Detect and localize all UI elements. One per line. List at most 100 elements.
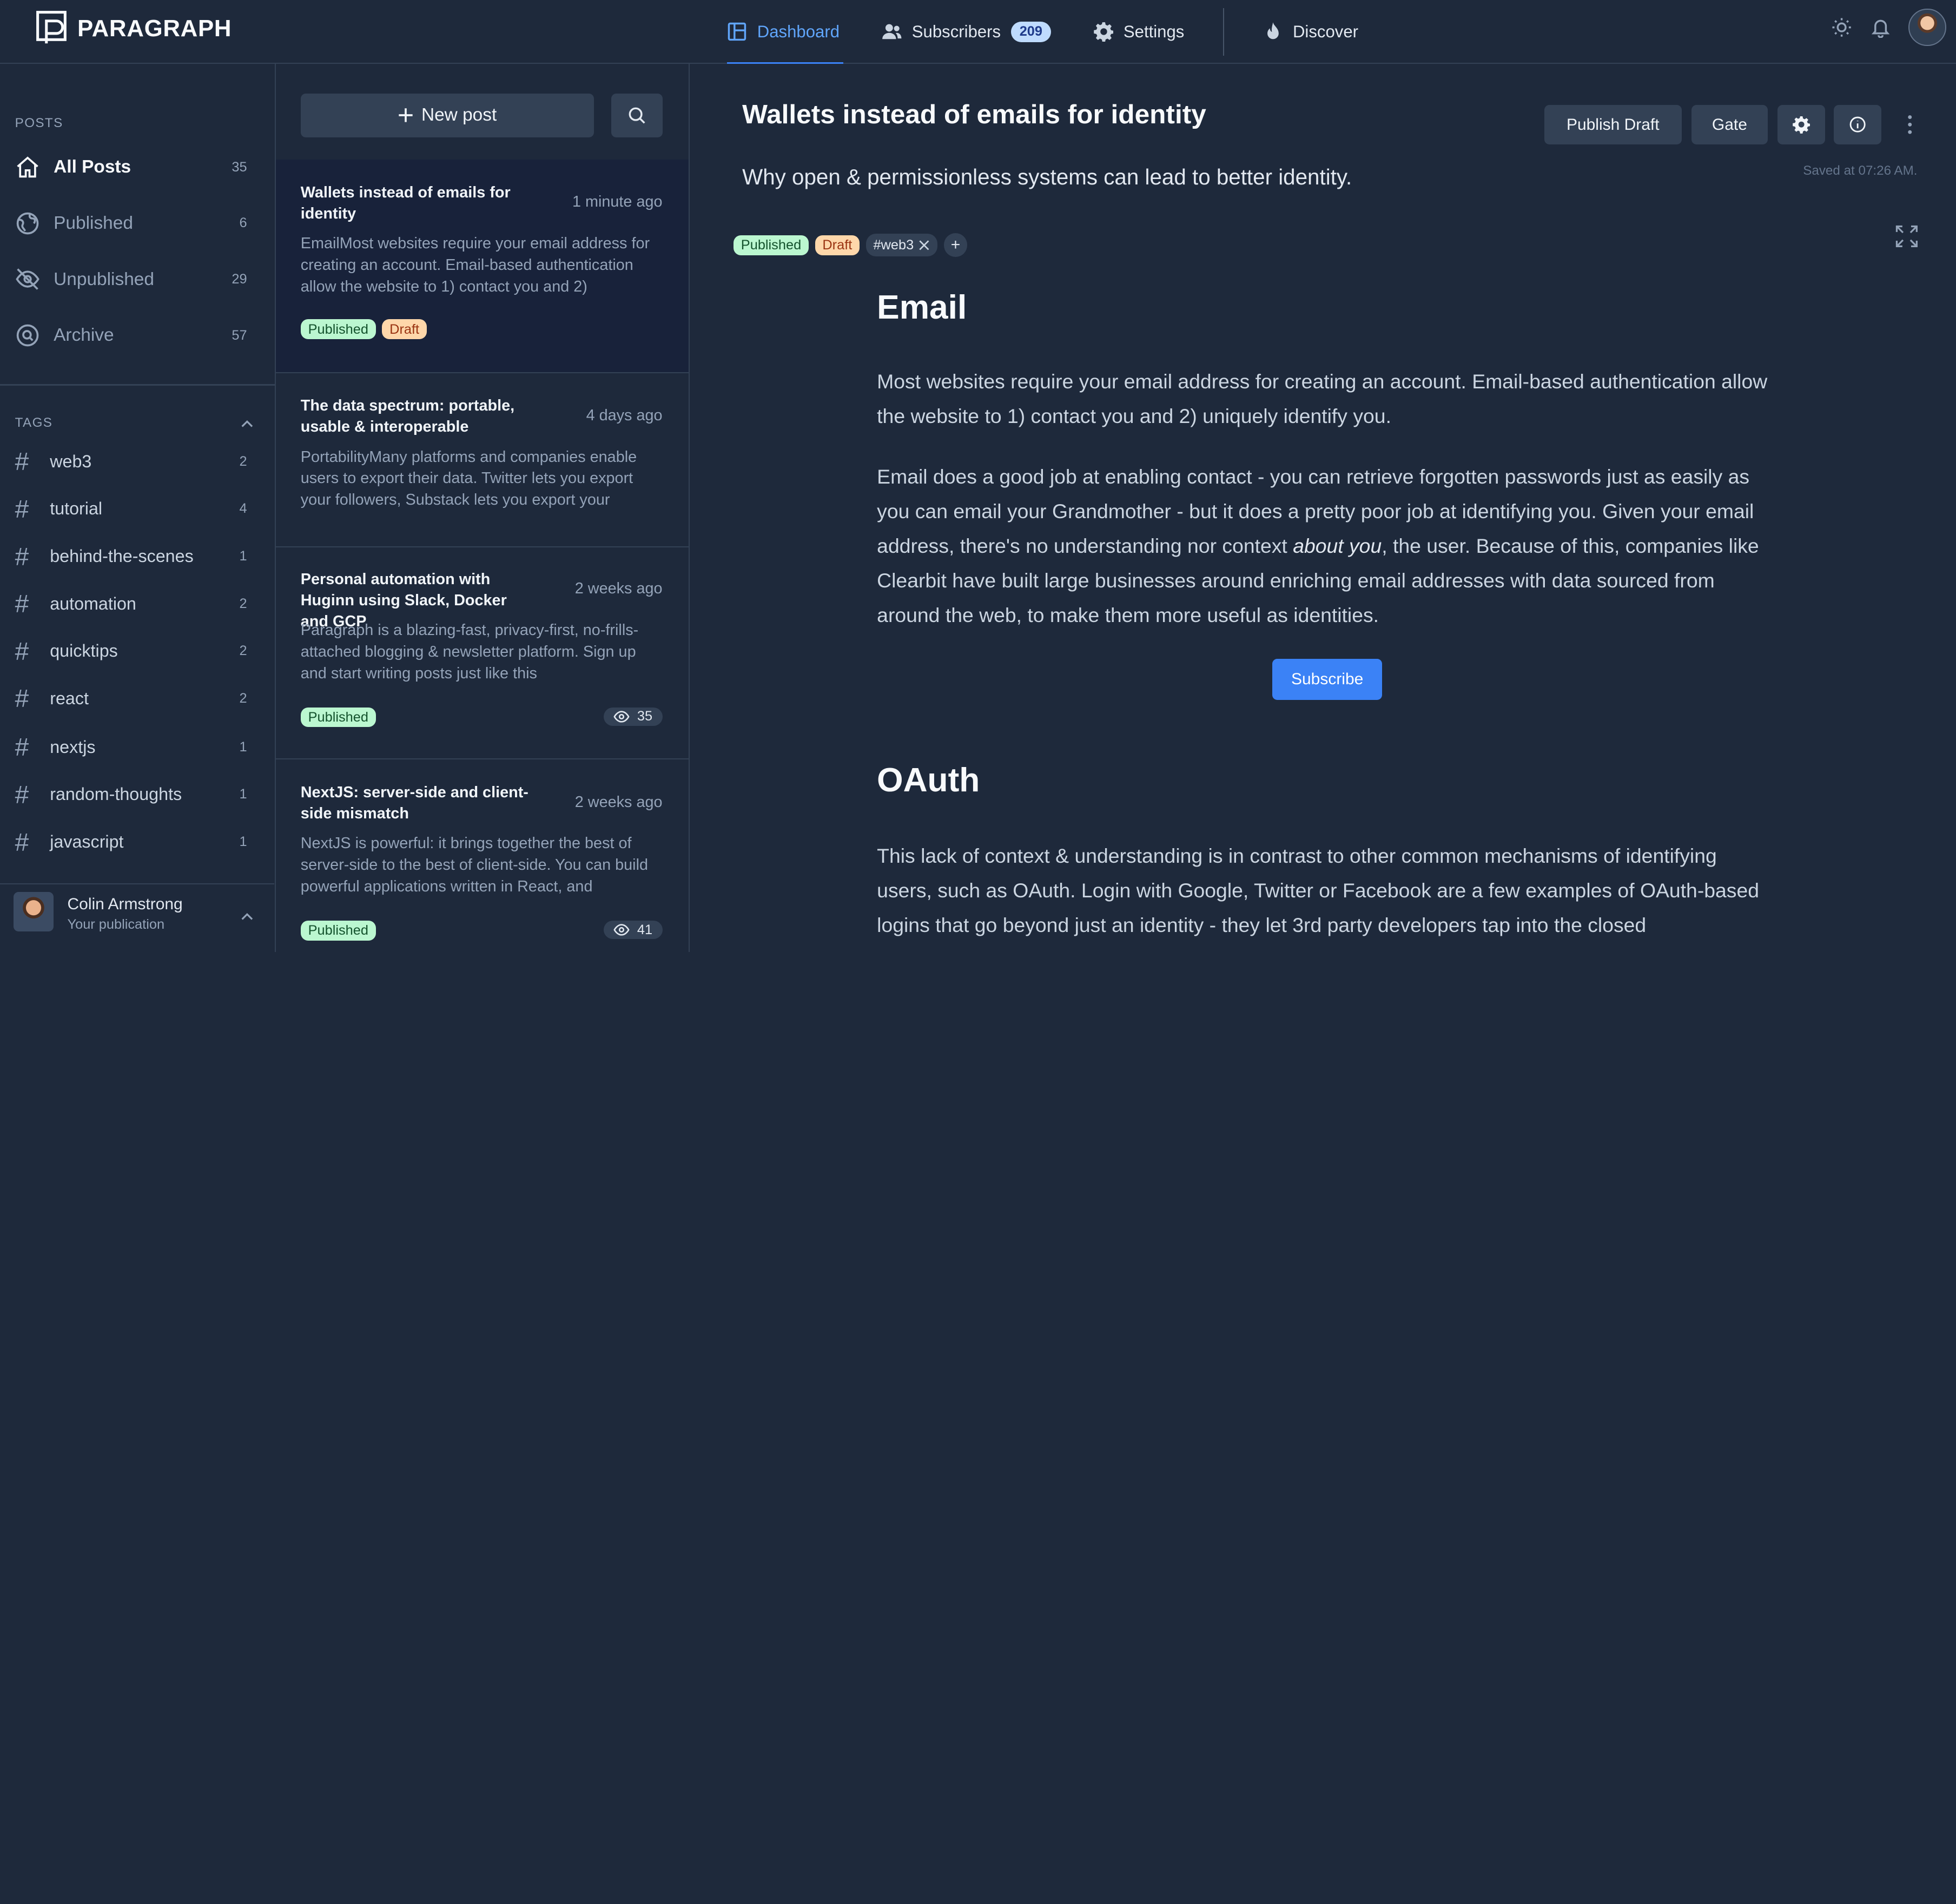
- sidebar: POSTS All Posts 35 Published 6 Unpublish…: [0, 63, 276, 952]
- status-badge-published: Published: [300, 319, 376, 340]
- post-excerpt: NextJS is powerful: it brings together t…: [300, 835, 649, 896]
- logo-text: PARAGRAPH: [77, 15, 232, 42]
- tag-label: nextjs: [50, 737, 96, 757]
- nav-dashboard[interactable]: Dashboard: [727, 0, 844, 65]
- post-time: 2 weeks ago: [574, 580, 663, 598]
- search-button[interactable]: [611, 93, 663, 137]
- tag-label: web3: [50, 451, 92, 471]
- hash-icon: #: [15, 590, 29, 618]
- paragraph[interactable]: Most websites require your email address…: [877, 364, 1775, 433]
- post-excerpt: EmailMost websites require your email ad…: [300, 235, 650, 295]
- logo[interactable]: PARAGRAPH: [35, 10, 232, 47]
- tag-automation[interactable]: # automation 2: [15, 590, 247, 618]
- user-card-avatar: [14, 891, 54, 932]
- tag-label: react: [50, 688, 89, 708]
- gate-button[interactable]: Gate: [1691, 104, 1768, 145]
- post-card[interactable]: NextJS: server-side and client-side mism…: [276, 759, 689, 951]
- status-chip-draft: Draft: [815, 235, 860, 255]
- nav-settings[interactable]: Settings: [1093, 0, 1185, 64]
- dashboard-icon: [728, 23, 746, 41]
- add-tag-button[interactable]: +: [943, 233, 968, 257]
- tag-quicktips[interactable]: # quicktips 2: [15, 637, 247, 665]
- flame-icon: [1267, 22, 1279, 39]
- nav-discover[interactable]: Discover: [1263, 0, 1358, 64]
- tag-react[interactable]: # react 2: [15, 684, 247, 712]
- paragraph[interactable]: This lack of context & understanding is …: [877, 838, 1775, 942]
- paragraph-emphasis: about you: [1293, 534, 1382, 557]
- eye-icon: [613, 711, 630, 723]
- post-title: NextJS: server-side and client-side mism…: [300, 783, 528, 823]
- paragraph[interactable]: Email does a good job at enabling contac…: [877, 459, 1775, 633]
- user-avatar[interactable]: [1908, 9, 1946, 47]
- tag-label: tutorial: [50, 499, 103, 519]
- sidebar-item-archive[interactable]: Archive 57: [15, 322, 247, 349]
- post-title: Wallets instead of emails for identity: [300, 183, 511, 222]
- tag-count: 2: [239, 453, 247, 469]
- gear-icon: [1793, 116, 1810, 134]
- tags-heading: TAGS: [15, 415, 53, 430]
- publish-draft-button[interactable]: Publish Draft: [1544, 104, 1682, 145]
- post-subtitle-input[interactable]: Why open & permissionless systems can le…: [742, 164, 1352, 190]
- hash-icon: #: [15, 780, 29, 809]
- heading-email: Email: [877, 288, 967, 326]
- sun-icon[interactable]: [1831, 17, 1852, 38]
- post-time: 2 weeks ago: [574, 793, 663, 811]
- gear-icon: [1093, 22, 1114, 42]
- subscribe-button[interactable]: Subscribe: [1272, 658, 1383, 700]
- post-card[interactable]: The data spectrum: portable, usable & in…: [275, 373, 689, 548]
- tag-count: 1: [239, 786, 247, 802]
- tag-random-thoughts[interactable]: # random-thoughts 1: [15, 781, 247, 809]
- top-nav-bar: PARAGRAPH Dashboard Subscribers 209 Sett…: [0, 0, 1956, 65]
- post-excerpt: Paragraph is a blazing-fast, privacy-fir…: [300, 622, 639, 682]
- nav-dashboard-label: Dashboard: [757, 22, 840, 41]
- tag-label: quicktips: [50, 641, 118, 661]
- nav-subscribers[interactable]: Subscribers 209: [882, 0, 1052, 64]
- user-card[interactable]: Colin Armstrong Your publication: [0, 883, 275, 952]
- tag-label: javascript: [50, 832, 124, 852]
- sidebar-item-label: Published: [54, 213, 133, 233]
- more-options-icon[interactable]: [1899, 111, 1921, 138]
- post-tags-row: Published Draft #web3 +: [733, 233, 968, 257]
- new-post-button[interactable]: New post: [300, 93, 594, 137]
- info-button[interactable]: [1833, 104, 1881, 145]
- tag-count: 1: [239, 739, 247, 755]
- post-card[interactable]: Wallets instead of emails for identity 1…: [275, 160, 689, 373]
- view-count: 41: [603, 920, 663, 940]
- tag-chip-web3[interactable]: #web3: [865, 234, 938, 256]
- bell-icon[interactable]: [1870, 17, 1891, 38]
- tag-javascript[interactable]: # javascript 1: [15, 828, 247, 856]
- tag-count: 2: [239, 690, 247, 706]
- post-card[interactable]: Personal automation with Huginn using Sl…: [275, 547, 689, 760]
- info-icon: [1849, 117, 1866, 133]
- sidebar-item-published[interactable]: Published 6: [15, 209, 247, 237]
- post-badges: Published: [300, 707, 376, 728]
- chevron-up-icon[interactable]: [240, 416, 255, 432]
- post-badges: Published Draft: [300, 319, 427, 340]
- chevron-up-icon[interactable]: [240, 909, 255, 924]
- tag-tutorial[interactable]: # tutorial 4: [15, 495, 247, 523]
- post-title-input[interactable]: Wallets instead of emails for identity: [742, 98, 1206, 130]
- sidebar-item-all-posts[interactable]: All Posts 35: [15, 154, 247, 181]
- close-icon[interactable]: [918, 240, 930, 251]
- globe-icon: [16, 212, 39, 235]
- nav-settings-label: Settings: [1123, 22, 1185, 41]
- tag-behind-the-scenes[interactable]: # behind-the-scenes 1: [15, 543, 247, 571]
- tag-web3[interactable]: # web3 2: [15, 447, 247, 476]
- tag-count: 1: [239, 548, 247, 564]
- hash-icon: #: [15, 828, 29, 856]
- nav-subscribers-label: Subscribers: [911, 22, 1001, 41]
- paragraph-logo-icon: [36, 11, 67, 44]
- hash-icon: #: [15, 447, 29, 476]
- sidebar-item-count: 29: [232, 272, 247, 287]
- status-chip-published: Published: [733, 235, 809, 255]
- tag-label: random-thoughts: [50, 784, 182, 804]
- eye-off-icon: [15, 268, 39, 290]
- post-title: The data spectrum: portable, usable & in…: [300, 397, 515, 436]
- sidebar-item-unpublished[interactable]: Unpublished 29: [15, 266, 247, 293]
- post-badges: Published: [300, 920, 376, 941]
- post-time: 4 days ago: [586, 406, 663, 424]
- post-settings-button[interactable]: [1777, 104, 1825, 145]
- tag-nextjs[interactable]: # nextjs 1: [15, 733, 247, 761]
- expand-icon[interactable]: [1895, 224, 1919, 248]
- sidebar-item-count: 57: [232, 327, 247, 343]
